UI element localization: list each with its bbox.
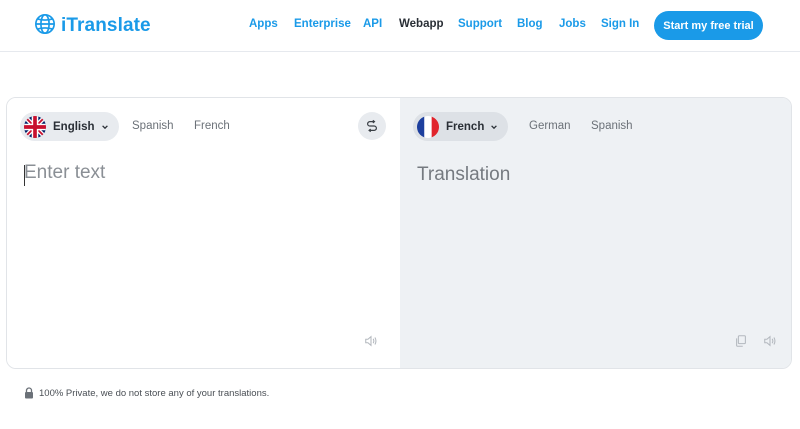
- logo[interactable]: iTranslate: [34, 13, 151, 39]
- target-speak-button[interactable]: [762, 333, 778, 349]
- translation-output: Translation: [417, 164, 511, 185]
- speaker-icon: [764, 335, 776, 347]
- lock-icon: [25, 387, 33, 399]
- nav-enterprise[interactable]: Enterprise: [294, 18, 351, 30]
- nav-api[interactable]: API: [363, 18, 382, 30]
- nav-webapp[interactable]: Webapp: [399, 18, 444, 30]
- privacy-text: 100% Private, we do not store any of you…: [39, 387, 270, 399]
- swap-languages-button[interactable]: [358, 112, 386, 140]
- source-language-selector[interactable]: English: [20, 112, 119, 141]
- target-pane: French German Spanish Translation: [400, 98, 791, 368]
- logo-text: iTranslate: [61, 15, 151, 36]
- source-alt-french[interactable]: French: [194, 120, 230, 132]
- free-trial-button[interactable]: Start my free trial: [654, 11, 763, 40]
- source-alt-spanish[interactable]: Spanish: [132, 120, 174, 132]
- nav-apps[interactable]: Apps: [249, 18, 278, 30]
- source-speak-button[interactable]: [363, 333, 379, 349]
- nav-sign-in[interactable]: Sign In: [601, 18, 639, 30]
- globe-icon: [34, 13, 56, 40]
- target-language-label: French: [446, 120, 485, 133]
- nav-jobs[interactable]: Jobs: [559, 18, 586, 30]
- source-language-label: English: [53, 120, 95, 133]
- france-flag-icon: [417, 115, 439, 138]
- uk-flag-icon: [24, 115, 46, 138]
- privacy-notice: 100% Private, we do not store any of you…: [24, 387, 269, 399]
- source-text-input[interactable]: [24, 162, 374, 322]
- speaker-icon: [365, 335, 377, 347]
- nav-blog[interactable]: Blog: [517, 18, 543, 30]
- target-alt-spanish[interactable]: Spanish: [591, 120, 633, 132]
- source-pane: English Spanish French: [7, 98, 400, 368]
- top-navbar: iTranslate Apps Enterprise API Webapp Su…: [0, 0, 800, 52]
- target-language-selector[interactable]: French: [413, 112, 509, 141]
- copy-icon: [736, 335, 746, 347]
- target-alt-german[interactable]: German: [529, 120, 571, 132]
- swap-icon: [367, 119, 377, 133]
- translator-card: English Spanish French Enter text French…: [6, 97, 792, 369]
- chevron-down-icon: [101, 124, 108, 129]
- nav-support[interactable]: Support: [458, 18, 502, 30]
- copy-translation-button[interactable]: [733, 333, 749, 349]
- chevron-down-icon: [491, 124, 498, 129]
